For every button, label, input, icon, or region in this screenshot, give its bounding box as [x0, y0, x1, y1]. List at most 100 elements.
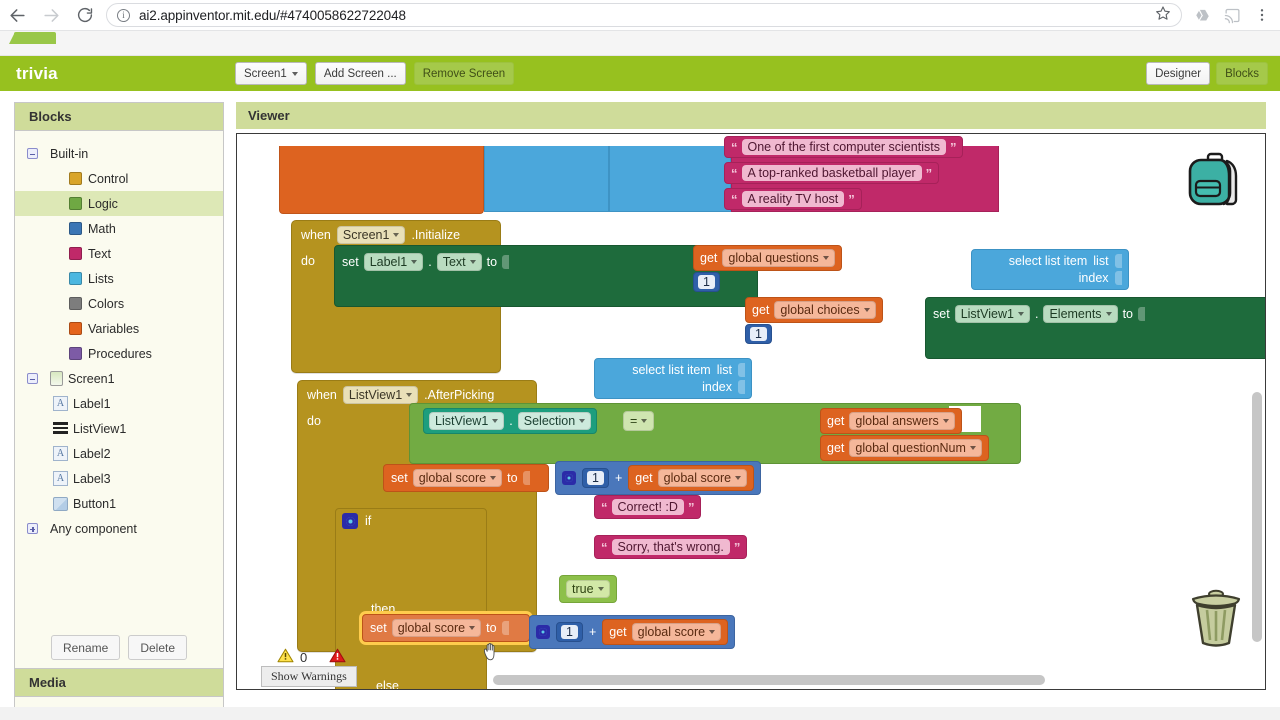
number-block[interactable]: 1	[556, 622, 583, 642]
palette-item-logic[interactable]: Logic	[15, 191, 223, 216]
cast-icon[interactable]	[1218, 1, 1246, 29]
math-add-block[interactable]: 1 + get global score	[555, 461, 762, 495]
get-variable-block[interactable]: get global questionNum	[820, 435, 989, 461]
boolean-label: true	[572, 582, 594, 596]
three-dot-menu-icon[interactable]	[1248, 1, 1276, 29]
drive-icon[interactable]	[1188, 1, 1216, 29]
number-block[interactable]: 1	[693, 272, 720, 292]
palette-item-text[interactable]: Text	[15, 241, 223, 266]
property-dropdown[interactable]: Selection	[517, 412, 592, 430]
vertical-scrollbar[interactable]	[1252, 392, 1262, 642]
property-dropdown[interactable]: Elements	[1043, 305, 1118, 323]
fragment-variable-block[interactable]	[279, 146, 484, 214]
value-socket	[522, 471, 530, 485]
backpack-icon[interactable]	[1183, 148, 1247, 215]
mutator-gear-icon[interactable]	[562, 471, 576, 485]
expand-icon[interactable]	[27, 523, 38, 534]
if-else-control-block[interactable]: if then else	[335, 508, 487, 689]
variable-dropdown[interactable]: global questions	[722, 249, 835, 267]
blockly-workspace[interactable]: “ One of the first computer scientists ”…	[237, 134, 1265, 689]
add-screen-button[interactable]: Add Screen ...	[314, 62, 406, 85]
palette-item-control[interactable]: Control	[15, 166, 223, 191]
component-item-label1[interactable]: A Label1	[15, 391, 223, 416]
tree-node-any-component[interactable]: Any component	[15, 516, 223, 541]
palette-item-lists[interactable]: Lists	[15, 266, 223, 291]
mutator-gear-icon[interactable]	[342, 513, 358, 529]
floating-math-add-block[interactable]: 1 + get global score	[529, 615, 736, 649]
delete-button[interactable]: Delete	[128, 635, 188, 660]
bookmark-star-icon[interactable]	[1147, 5, 1171, 26]
variable-dropdown[interactable]: global score	[657, 469, 748, 487]
remove-screen-button[interactable]: Remove Screen	[413, 62, 515, 85]
variable-dropdown[interactable]: global score	[391, 619, 482, 637]
palette-item-math[interactable]: Math	[15, 216, 223, 241]
remove-screen-label: Remove Screen	[422, 67, 506, 80]
text-block-wrong[interactable]: “ Sorry, that's wrong. ”	[594, 535, 748, 559]
variable-dropdown[interactable]: global choices	[774, 301, 876, 319]
reload-icon	[76, 6, 94, 24]
blocks-tab[interactable]: Blocks	[1216, 62, 1268, 85]
fragment-list-block-1[interactable]	[484, 146, 609, 212]
variable-dropdown[interactable]: global answers	[849, 412, 955, 430]
component-dropdown[interactable]: ListView1	[954, 305, 1030, 323]
to-keyword: to	[1122, 307, 1133, 321]
comparison-operator-dropdown[interactable]: =	[623, 411, 655, 431]
address-bar[interactable]: i ai2.appinventor.mit.edu/#4740058622722…	[106, 3, 1182, 27]
component-item-label2[interactable]: A Label2	[15, 441, 223, 466]
text-block[interactable]: “ A top-ranked basketball player ”	[724, 162, 940, 184]
component-dropdown[interactable]: ListView1	[429, 412, 505, 430]
palette-item-procedures[interactable]: Procedures	[15, 341, 223, 366]
url-text: ai2.appinventor.mit.edu/#474005862272204…	[139, 7, 406, 23]
blocks-canvas[interactable]: “ One of the first computer scientists ”…	[236, 133, 1266, 690]
text-block-correct[interactable]: “ Correct! :D ”	[594, 495, 702, 519]
collapse-icon[interactable]	[27, 148, 38, 159]
select-list-item-block[interactable]: select list item list index	[970, 249, 1129, 290]
collapse-icon[interactable]	[27, 373, 38, 384]
floating-set-variable-block[interactable]: set global score to	[362, 614, 530, 642]
tree-node-screen1[interactable]: Screen1	[15, 366, 223, 391]
palette-item-variables[interactable]: Variables	[15, 316, 223, 341]
get-variable-block[interactable]: get global answers	[820, 408, 962, 434]
fragment-list-block-2[interactable]	[609, 146, 731, 212]
text-block[interactable]: “ A reality TV host ”	[724, 188, 862, 210]
number-block[interactable]: 1	[745, 324, 772, 344]
trash-icon[interactable]	[1185, 584, 1247, 655]
show-warnings-button[interactable]: Show Warnings	[261, 666, 357, 687]
site-info-icon[interactable]: i	[117, 8, 130, 22]
forward-button[interactable]	[34, 0, 68, 30]
component-item-listview1[interactable]: ListView1	[15, 416, 223, 441]
variable-dropdown[interactable]: global questionNum	[849, 439, 982, 457]
tree-node-builtin[interactable]: Built-in	[15, 141, 223, 166]
property-dropdown[interactable]: Text	[436, 253, 482, 271]
designer-tab[interactable]: Designer	[1146, 62, 1211, 85]
select-list-item-block[interactable]: select list item list index	[594, 358, 752, 399]
get-variable-block[interactable]: get global score	[602, 619, 729, 645]
rename-label: Rename	[62, 640, 109, 655]
event-component-dropdown[interactable]: ListView1	[342, 386, 419, 404]
variable-dropdown[interactable]: global score	[412, 469, 503, 487]
back-button[interactable]	[0, 0, 34, 30]
text-block[interactable]: “ One of the first computer scientists ”	[724, 136, 964, 158]
reload-button[interactable]	[68, 0, 102, 30]
number-block[interactable]: 1	[582, 468, 609, 488]
component-dropdown[interactable]: Label1	[363, 253, 424, 271]
boolean-dropdown[interactable]: true	[566, 580, 610, 598]
component-item-label3[interactable]: A Label3	[15, 466, 223, 491]
operator-chip[interactable]: =	[623, 411, 655, 431]
logic-true-block[interactable]: true	[559, 575, 617, 603]
get-variable-block[interactable]: get global choices	[745, 297, 883, 323]
horizontal-scrollbar[interactable]	[493, 675, 1045, 685]
palette-item-colors[interactable]: Colors	[15, 291, 223, 316]
rename-button[interactable]: Rename	[50, 635, 121, 660]
component-property-getter-block[interactable]: ListView1 . Selection	[423, 408, 598, 434]
set-property-block-listview1-elements[interactable]: set ListView1 . Elements to	[925, 297, 1265, 359]
event-component-dropdown[interactable]: Screen1	[336, 226, 406, 244]
set-variable-block-global-score[interactable]: set global score to	[383, 464, 549, 492]
get-variable-block[interactable]: get global score	[628, 465, 755, 491]
get-variable-block[interactable]: get global questions	[693, 245, 842, 271]
mutator-gear-icon[interactable]	[536, 625, 550, 639]
variable-dropdown[interactable]: global score	[631, 623, 722, 641]
screen-selector-dropdown[interactable]: Screen1	[235, 62, 307, 85]
arrow-left-icon	[8, 6, 27, 25]
component-item-button1[interactable]: Button1	[15, 491, 223, 516]
